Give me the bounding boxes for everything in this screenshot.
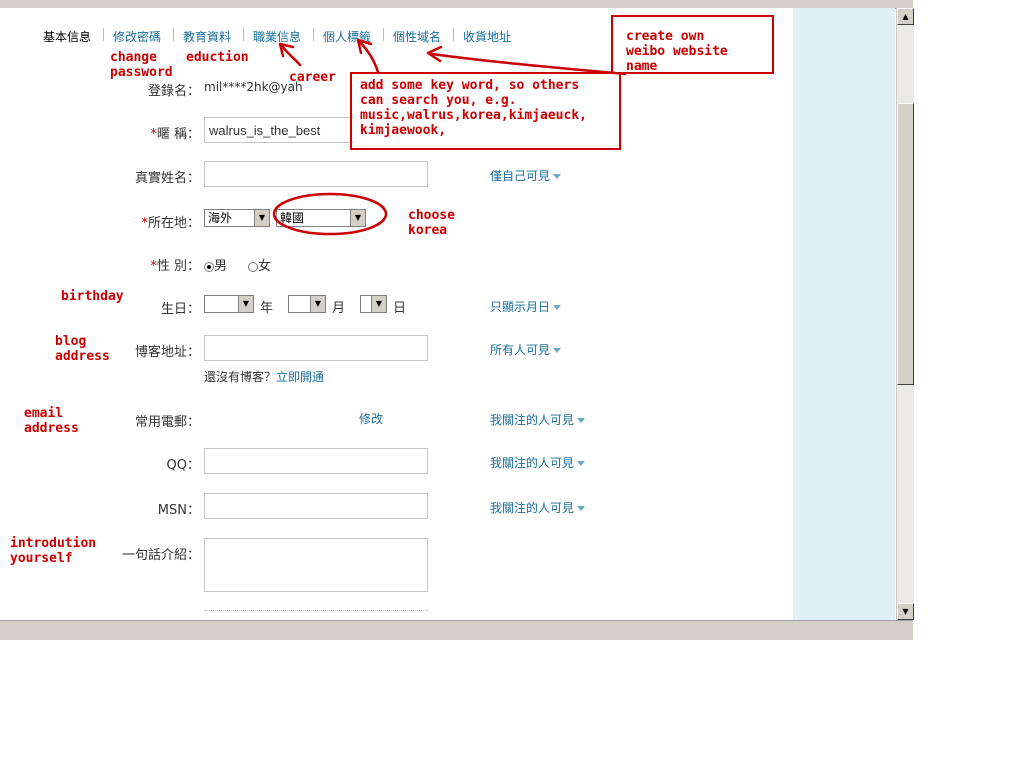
tags-arrow-icon bbox=[358, 40, 380, 74]
korea-ellipse-icon bbox=[272, 192, 388, 236]
horizontal-scrollbar[interactable] bbox=[0, 620, 913, 640]
career-arrow-icon bbox=[280, 44, 302, 67]
annotation-marks bbox=[272, 38, 627, 236]
domain-arrow-icon bbox=[430, 52, 627, 76]
